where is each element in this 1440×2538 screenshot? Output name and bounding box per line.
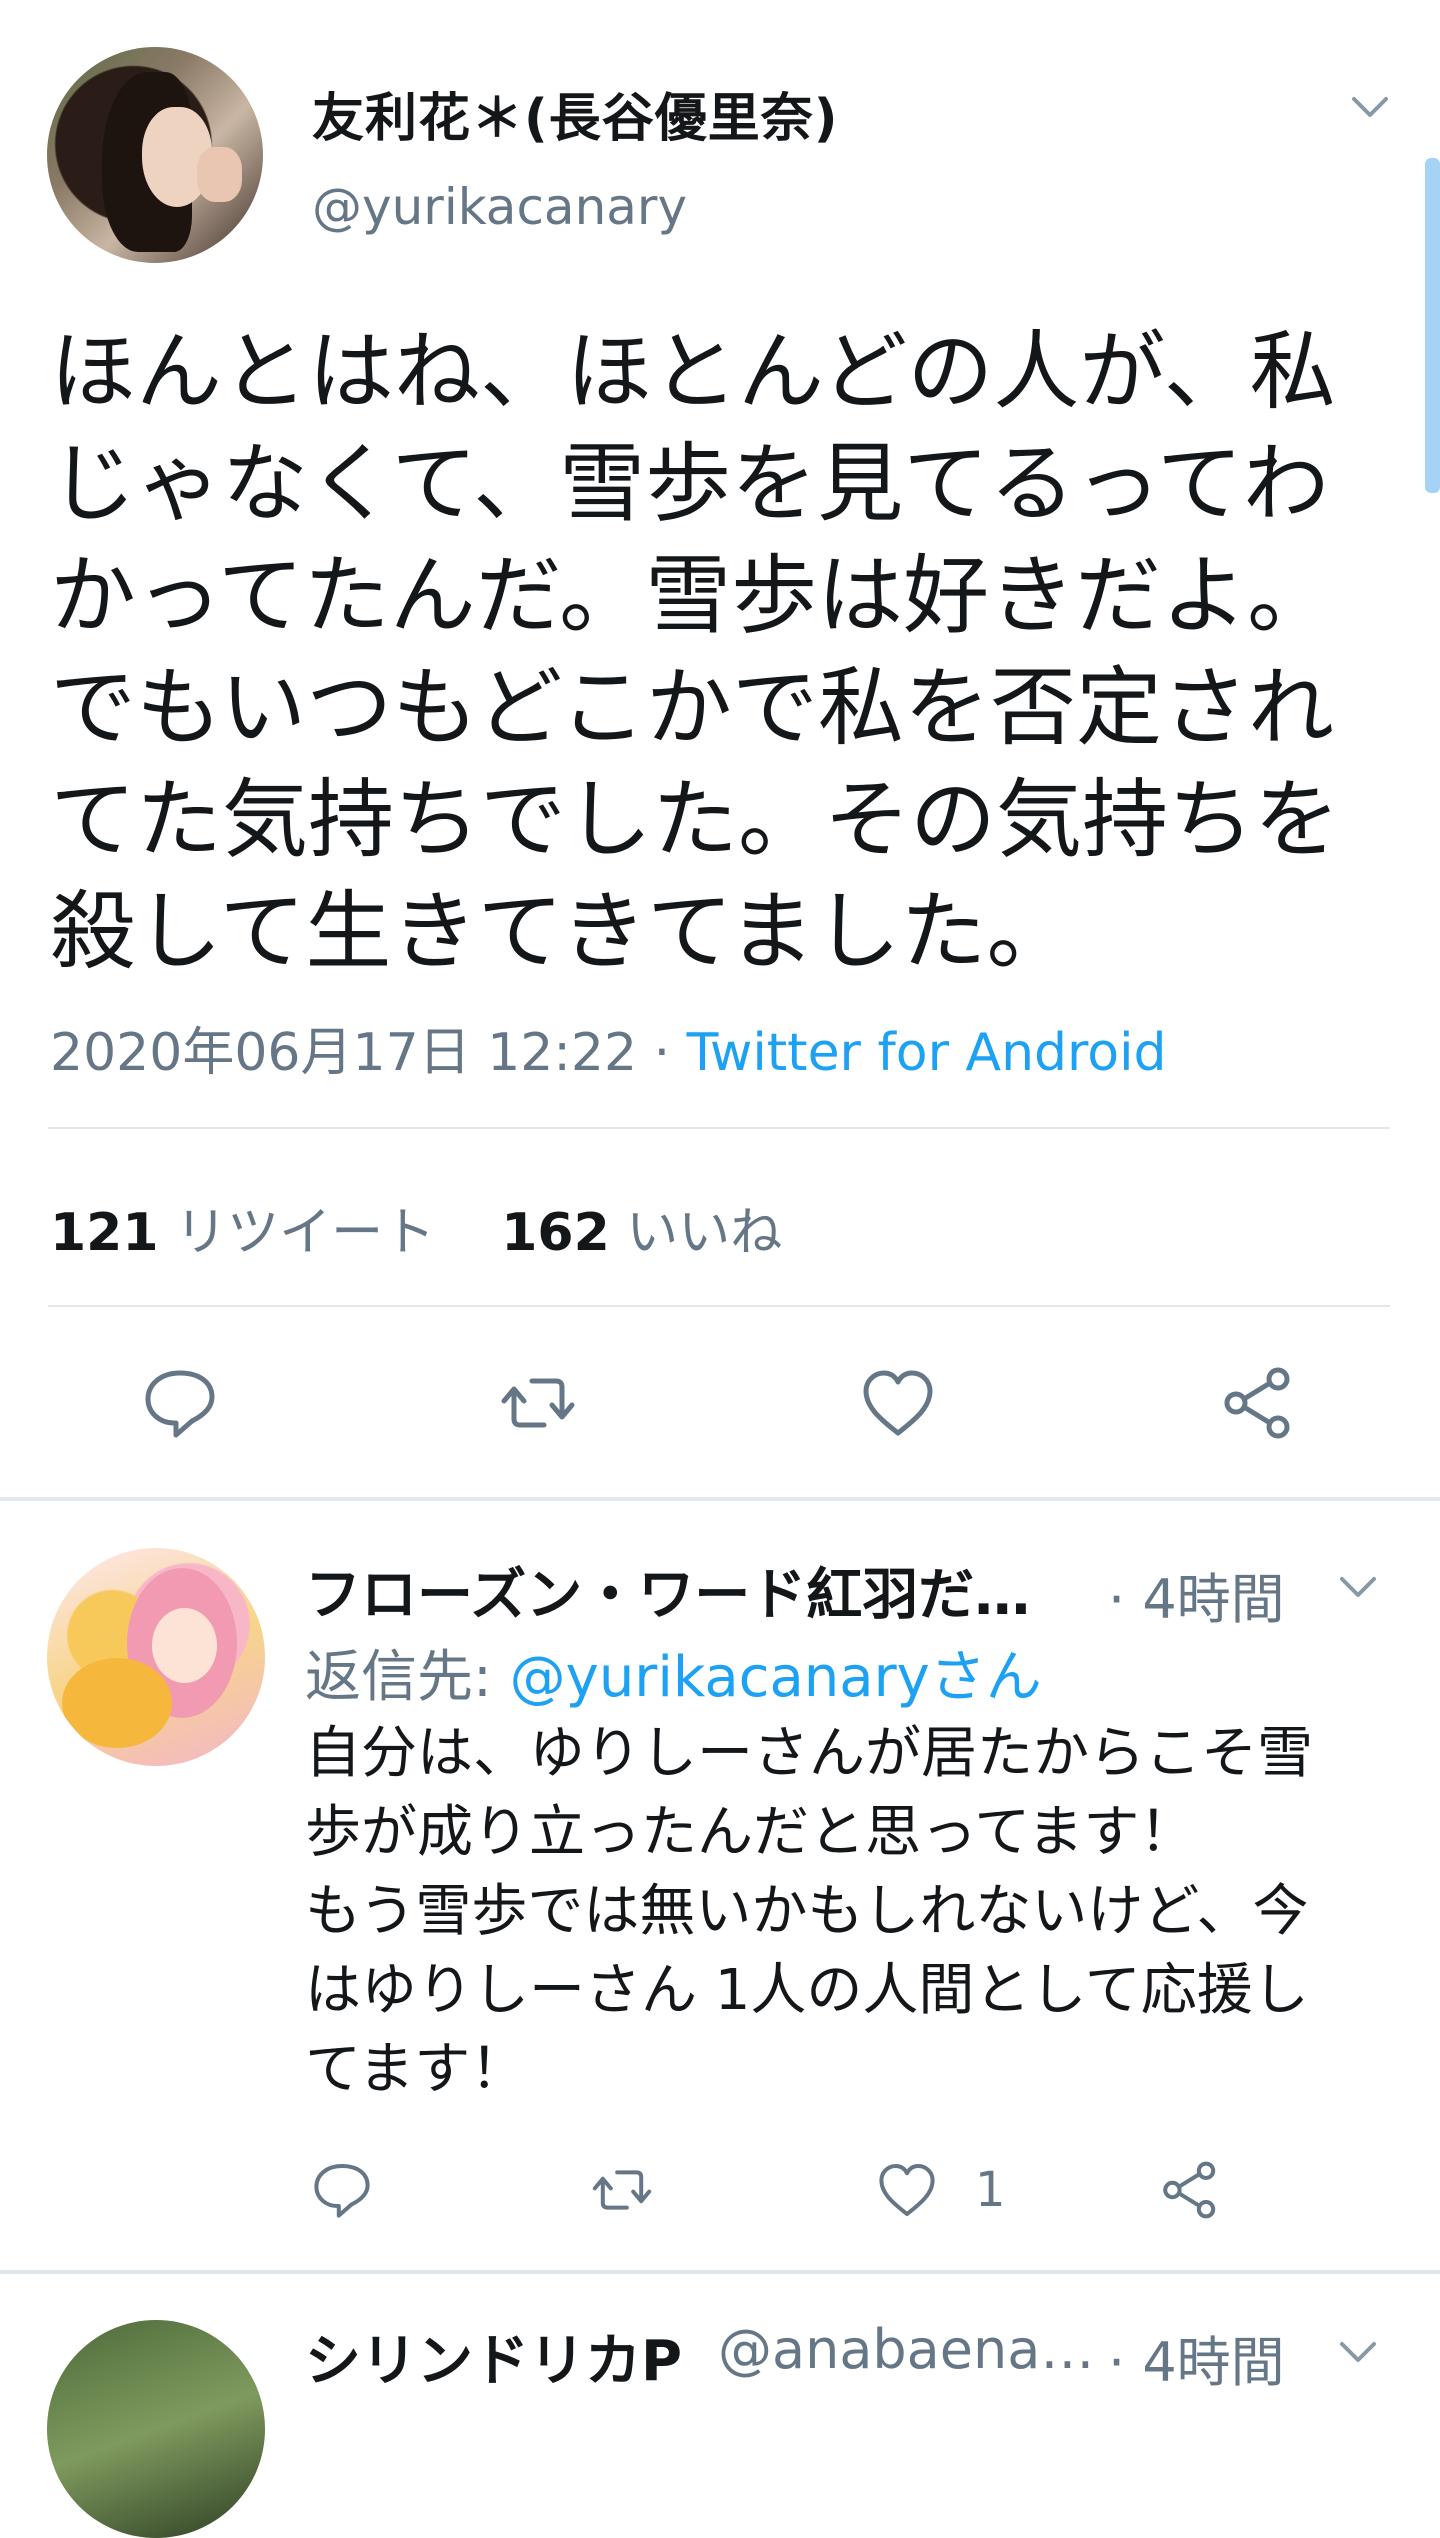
chevron-down-icon[interactable] [1348,85,1392,129]
retweet-stat[interactable]: 121 リツイート [50,1203,435,1263]
reply-to-mention[interactable]: @yurikacanaryさん [510,1645,1042,1710]
next-reply-time: · 4時間 [1108,2331,1285,2394]
author-avatar[interactable] [47,47,263,263]
reply-to-label: 返信先: [305,1645,510,1710]
retweet-icon[interactable] [498,1363,578,1443]
reply-like-count: 1 [975,2162,1006,2218]
author-display-name[interactable]: 友利花＊(長谷優里奈) [312,76,839,151]
divider [48,1305,1390,1307]
share-icon[interactable] [1158,2158,1222,2222]
section-divider [0,2270,1440,2274]
tweet-stats: 121 リツイート 162 いいね [50,1190,782,1265]
like-stat[interactable]: 162 いいね [501,1203,782,1263]
reply-to-line: 返信先: @yurikacanaryさん [305,1632,1042,1713]
author-handle[interactable]: @yurikacanary [312,178,687,236]
tweet-timestamp: 2020年06月17日 12:22 [50,1023,638,1083]
chevron-down-icon[interactable] [1336,1565,1380,1609]
chevron-down-icon[interactable] [1336,2330,1380,2374]
section-divider [0,1497,1440,1501]
reply-icon[interactable] [310,2158,374,2222]
reply-display-name[interactable]: フローズン・ワード紅羽だ… [305,1550,1030,1631]
reply-time: · 4時間 [1108,1568,1285,1631]
next-reply-display-name[interactable]: シリンドリカP [305,2316,682,2397]
share-icon[interactable] [1218,1363,1298,1443]
retweet-icon[interactable] [590,2158,654,2222]
reply-author-avatar[interactable] [47,1548,265,1766]
next-reply-avatar[interactable] [47,2320,265,2538]
retweet-count: 121 [50,1203,159,1263]
like-icon[interactable] [875,2158,939,2222]
retweet-label: リツイート [175,1203,436,1263]
meta-separator: · [637,1023,687,1083]
tweet-text: ほんとはね、ほとんどの人が、私 じゃなくて、雪歩を見てるってわ かってたんだ。雪… [50,322,1340,982]
tweet-meta: 2020年06月17日 12:22 · Twitter for Android [50,1010,1167,1085]
like-icon[interactable] [858,1363,938,1443]
reply-text: 自分は、ゆりしーさんが居たからこそ雪 歩が成り立ったんだと思ってます！ もう雪歩… [305,1721,1313,2102]
scrollbar[interactable] [1425,158,1440,493]
like-label: いいね [626,1203,783,1263]
like-count: 162 [501,1203,610,1263]
divider [48,1127,1390,1129]
reply-icon[interactable] [140,1363,220,1443]
next-reply-handle[interactable]: @anabaena… [718,2318,1094,2381]
tweet-source-link[interactable]: Twitter for Android [687,1023,1167,1083]
